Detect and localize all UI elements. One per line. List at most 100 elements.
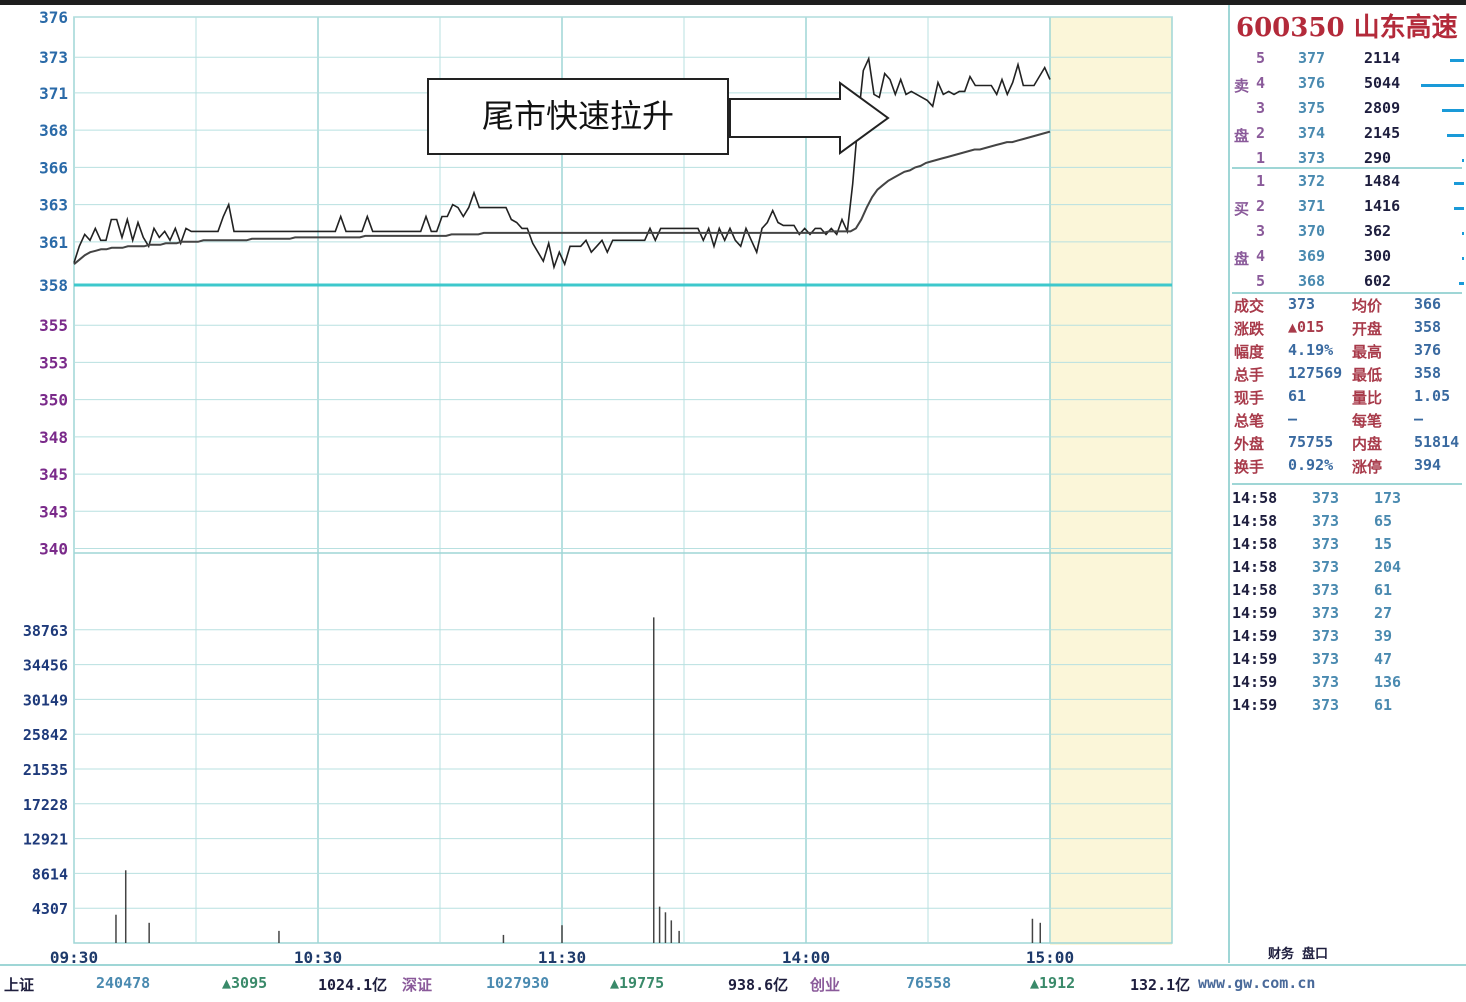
tick-time: 14:59: [1232, 627, 1278, 645]
level-price: 368: [1298, 272, 1326, 290]
stock-title: 600350 山东高速: [1236, 7, 1458, 44]
chart-grid: [73, 16, 1173, 944]
stat-label: 现手: [1234, 389, 1265, 407]
stat-label: 涨跌: [1234, 320, 1265, 338]
quote-row: 3 370 362: [1178, 222, 1466, 244]
tick-time: 14:58: [1232, 581, 1278, 599]
tick-volume: 39: [1374, 627, 1393, 645]
tick-price: 373: [1312, 696, 1340, 714]
side-label: 买: [1234, 200, 1250, 218]
volume-depth-bar: [1461, 232, 1464, 235]
stat-label: 最高: [1352, 343, 1383, 361]
quote-row: 14:59 373 136: [1178, 673, 1466, 695]
level-price: 372: [1298, 172, 1326, 190]
quote-row: 3 375 2809: [1178, 99, 1466, 121]
level-volume: 2809: [1364, 99, 1401, 117]
stat-value: 394: [1414, 456, 1442, 474]
stat-label: 涨停: [1352, 458, 1383, 476]
volume-depth-bar: [1459, 282, 1464, 285]
status-item: 938.6亿: [728, 976, 789, 994]
time-tick-label: 14:00: [782, 948, 830, 965]
tick-volume: 61: [1374, 696, 1393, 714]
price-tick-label: 366: [39, 158, 68, 177]
price-tick-label: 361: [39, 233, 68, 252]
annotation-arrow-icon: [729, 81, 890, 155]
level-number: 4: [1256, 247, 1266, 265]
tick-volume: 15: [1374, 535, 1393, 553]
tick-volume: 136: [1374, 673, 1402, 691]
level-number: 5: [1256, 272, 1266, 290]
price-tick-label: 373: [39, 48, 68, 67]
volume-tick-label: 30149: [23, 691, 68, 709]
stat-label: 成交: [1234, 297, 1265, 315]
side-label: 盘: [1234, 127, 1250, 145]
quote-row: 14:58 373 173: [1178, 489, 1466, 511]
stat-label: 总笔: [1234, 412, 1265, 430]
tick-time: 14:59: [1232, 604, 1278, 622]
annotation-box: 尾市快速拉升: [427, 78, 729, 155]
panel-tab[interactable]: 财务: [1268, 943, 1294, 965]
price-tick-label: 353: [39, 353, 68, 372]
time-tick-label: 11:30: [538, 948, 586, 965]
volume-depth-bar: [1461, 159, 1464, 162]
stat-value: —: [1288, 410, 1298, 428]
stat-value: 51814: [1414, 433, 1460, 451]
panel-tab[interactable]: 盘口: [1302, 943, 1328, 965]
tick-price: 373: [1312, 558, 1340, 576]
tick-time: 14:58: [1232, 558, 1278, 576]
status-item: 240478: [96, 974, 151, 992]
stat-label: 总手: [1234, 366, 1265, 384]
level-price: 370: [1298, 222, 1326, 240]
tick-time: 14:59: [1232, 673, 1278, 691]
time-tick-label: 15:00: [1026, 948, 1074, 965]
quote-row: 总笔 — 每笔 —: [1178, 410, 1466, 432]
quote-row: 成交 373 均价 366: [1178, 295, 1466, 317]
status-bar: 上证 240478 ▲3095 1024.1亿 深证 1027930 ▲19775 938.6…: [0, 964, 1466, 1002]
price-tick-label: 340: [39, 540, 68, 559]
level-price: 371: [1298, 197, 1326, 215]
status-item: 创业: [810, 976, 841, 994]
stat-value: ▲015: [1288, 318, 1325, 336]
stock-code: 600350: [1236, 13, 1345, 43]
stat-label: 每笔: [1352, 412, 1383, 430]
status-item: 1027930: [486, 974, 550, 992]
tick-price: 373: [1312, 673, 1340, 691]
status-item: www.gw.com.cn: [1198, 974, 1316, 992]
status-item: ▲1912: [1030, 974, 1076, 992]
volume-depth-bar: [1461, 257, 1464, 260]
side-label: 卖: [1234, 77, 1250, 95]
stat-label: 最低: [1352, 366, 1383, 384]
quote-row: 总手 127569 最低 358: [1178, 364, 1466, 386]
stat-label: 内盘: [1352, 435, 1383, 453]
status-item: 1024.1亿: [318, 976, 388, 994]
quote-row: 4 369 300: [1178, 247, 1466, 269]
level-volume: 290: [1364, 149, 1392, 167]
stat-label: 均价: [1352, 297, 1383, 315]
price-tick-label: 368: [39, 121, 68, 140]
stat-value: 61: [1288, 387, 1307, 405]
volume-tick-label: 25842: [23, 726, 68, 744]
quote-row: 5 368 602: [1178, 272, 1466, 294]
volume-tick-label: 21535: [23, 761, 68, 779]
stat-value: 358: [1414, 318, 1442, 336]
level-number: 3: [1256, 222, 1266, 240]
quote-row: 14:58 373 65: [1178, 512, 1466, 534]
stat-value: 376: [1414, 341, 1442, 359]
price-tick-label: 363: [39, 196, 68, 215]
tick-price: 373: [1312, 489, 1340, 507]
tick-volume: 204: [1374, 558, 1402, 576]
level-number: 5: [1256, 49, 1266, 67]
level-number: 1: [1256, 149, 1266, 167]
quote-row: 1 372 1484: [1178, 172, 1466, 194]
price-tick-label: 358: [39, 276, 68, 295]
tick-time: 14:58: [1232, 535, 1278, 553]
level-price: 373: [1298, 149, 1326, 167]
volume-depth-bar: [1454, 207, 1464, 210]
tick-price: 373: [1312, 627, 1340, 645]
quote-row: 14:58 373 61: [1178, 581, 1466, 603]
volume-tick-label: 17228: [23, 796, 68, 814]
price-tick-label: 343: [39, 502, 68, 521]
quote-row: 换手 0.92% 涨停 394: [1178, 456, 1466, 478]
volume-tick-label: 8614: [32, 865, 68, 883]
stat-value: 1.05: [1414, 387, 1451, 405]
